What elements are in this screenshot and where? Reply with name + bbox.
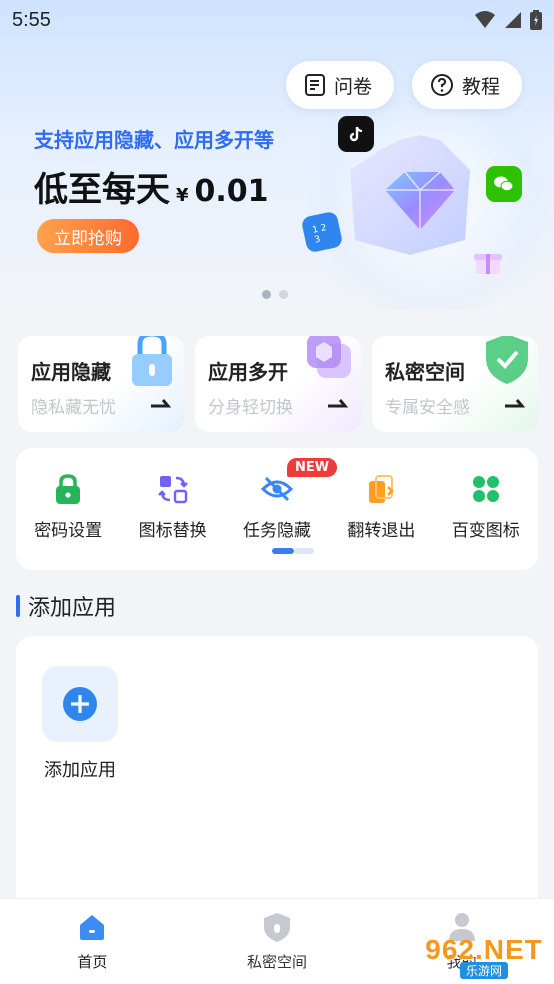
gift-icon — [470, 244, 506, 280]
status-time: 5:55 — [12, 8, 51, 31]
wifi-icon — [475, 11, 495, 28]
tutorial-button[interactable]: 教程 — [412, 61, 522, 109]
svg-text:1 2: 1 2 — [312, 223, 328, 236]
watermark-text: 962.NET — [425, 933, 543, 965]
swap-icon — [156, 472, 190, 506]
tool-icon-replace[interactable]: 图标替换 — [123, 472, 223, 541]
feature-title: 私密空间 — [385, 360, 465, 384]
tools-pager — [272, 548, 314, 554]
tool-label: 任务隐藏 — [242, 521, 311, 541]
home-icon — [80, 915, 105, 940]
section-accent-bar — [16, 595, 20, 617]
tool-label: 百变图标 — [451, 521, 520, 541]
tool-task-hide[interactable]: NEW 任务隐藏 — [227, 458, 338, 541]
feature-card-app-hide[interactable]: 应用隐藏 隐私藏无忧 — [18, 336, 184, 432]
tool-flip-exit[interactable]: 翻转退出 — [331, 472, 431, 541]
survey-button[interactable]: 问卷 — [286, 61, 394, 109]
signal-icon — [505, 12, 521, 28]
add-app-button[interactable]: 添加应用 — [42, 666, 118, 782]
eye-off-icon — [260, 472, 294, 506]
nav-home[interactable]: 首页 — [0, 899, 185, 984]
new-badge: NEW — [286, 458, 338, 477]
add-app-label: 添加应用 — [44, 760, 116, 781]
watermark-logo: 962.NET 乐游网 — [416, 932, 552, 980]
add-app-tile[interactable] — [42, 666, 118, 742]
promo-title: 支持应用隐藏、应用多开等 — [34, 128, 274, 152]
tool-variety-icon[interactable]: 百变图标 — [436, 472, 536, 541]
watermark-subtext: 乐游网 — [459, 961, 508, 979]
feature-title: 应用多开 — [208, 360, 288, 384]
nav-label: 首页 — [77, 953, 108, 971]
survey-label: 问卷 — [334, 75, 373, 98]
feature-card-private-space[interactable]: 私密空间 专属安全感 — [372, 336, 538, 432]
clover-icon — [469, 472, 503, 506]
promo-price: 低至每天 ¥ 0.01 — [34, 162, 269, 211]
banner-dot-1 — [262, 290, 271, 299]
survey-icon — [305, 74, 325, 96]
lock-icon — [51, 472, 85, 506]
price-currency: ¥ — [176, 185, 189, 206]
arrow-right-icon — [151, 399, 172, 408]
wechat-icon — [486, 166, 522, 202]
flip-icon — [364, 472, 398, 506]
feature-cards: 应用隐藏 隐私藏无忧 应用多开 分身轻切换 私密空间 专属安全感 — [18, 336, 538, 432]
tool-label: 密码设置 — [34, 521, 103, 541]
banner-dot-2 — [279, 290, 288, 299]
plus-circle-icon — [63, 687, 97, 721]
tools-panel: 密码设置 图标替换 NEW 任务隐藏 翻转退出 百变图标 — [16, 448, 538, 570]
tutorial-label: 教程 — [462, 75, 501, 98]
feature-title: 应用隐藏 — [31, 360, 111, 384]
nav-private-space[interactable]: 私密空间 — [185, 899, 370, 984]
feature-card-app-clone[interactable]: 应用多开 分身轻切换 — [195, 336, 361, 432]
crown-gem-illustration — [350, 135, 470, 255]
nav-label: 私密空间 — [247, 953, 308, 971]
battery-icon — [530, 10, 542, 30]
price-prefix: 低至每天 — [34, 170, 170, 210]
apps-panel: 添加应用 — [16, 636, 538, 936]
pager-inactive — [294, 548, 314, 554]
tool-password-settings[interactable]: 密码设置 — [18, 472, 118, 541]
banner-pager — [262, 290, 288, 299]
price-value: 0.01 — [194, 174, 269, 209]
tiktok-icon — [338, 116, 374, 152]
section-title: 添加应用 — [16, 590, 116, 622]
help-icon — [431, 74, 453, 96]
section-title-text: 添加应用 — [28, 596, 117, 621]
tool-label: 翻转退出 — [347, 521, 416, 541]
tools-row: 密码设置 图标替换 NEW 任务隐藏 翻转退出 百变图标 — [16, 448, 538, 541]
arrow-right-icon — [328, 399, 349, 408]
svg-text:3: 3 — [314, 235, 322, 246]
status-bar: 5:55 — [0, 0, 554, 40]
status-icons — [474, 10, 542, 30]
buy-now-button[interactable]: 立即抢购 — [37, 219, 139, 253]
tool-label: 图标替换 — [138, 521, 207, 541]
promo-banner[interactable]: 1 23 5:55 问卷 教程 支持应用隐藏、应用多开等 低至每天 ¥ 0.01… — [0, 0, 554, 312]
shield-icon — [264, 913, 290, 942]
arrow-right-icon — [505, 399, 526, 408]
pager-active — [272, 548, 294, 554]
